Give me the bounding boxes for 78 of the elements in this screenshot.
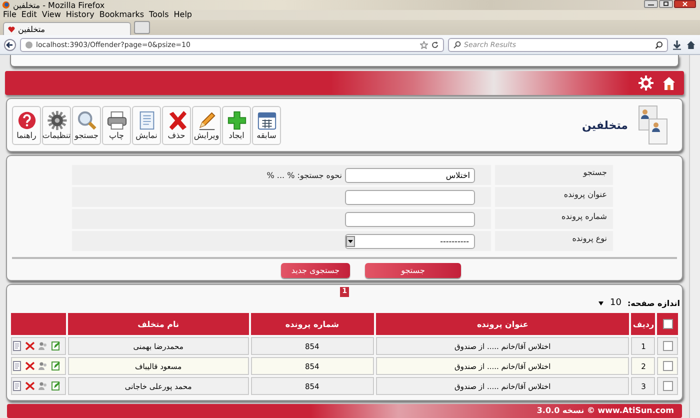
document-icon[interactable] bbox=[12, 361, 22, 371]
scrollbar[interactable] bbox=[689, 55, 700, 418]
checkbox[interactable] bbox=[662, 319, 673, 329]
column-header: شماره پرونده bbox=[250, 313, 374, 335]
search-engine-icon bbox=[453, 40, 461, 48]
plus-icon bbox=[226, 110, 248, 130]
page-size-dropdown[interactable]: 10 bbox=[598, 298, 622, 308]
menu-item[interactable]: View bbox=[42, 10, 61, 20]
search-icon[interactable] bbox=[655, 40, 663, 48]
search-button[interactable]: جستجو bbox=[365, 263, 461, 278]
heart-icon bbox=[8, 26, 15, 32]
reload-icon[interactable] bbox=[431, 40, 439, 48]
search-hint: نحوه جستجو: % ... % bbox=[266, 170, 342, 180]
window-title: متخلفین - Mozilla Firefox bbox=[13, 0, 105, 10]
edit-icon[interactable] bbox=[51, 341, 61, 351]
toolbar-button[interactable]: نمایش bbox=[132, 106, 161, 144]
input-field[interactable] bbox=[345, 212, 475, 226]
minimize-icon[interactable] bbox=[644, 0, 658, 8]
new-search-button[interactable]: جستجوی جدید bbox=[281, 263, 350, 278]
menu-item[interactable]: File bbox=[3, 10, 16, 20]
field-label: نوع پرونده bbox=[495, 231, 613, 251]
checkbox[interactable] bbox=[662, 361, 673, 371]
edit-icon[interactable] bbox=[51, 381, 61, 391]
page-size-label: اندازه صفحه: bbox=[627, 298, 680, 308]
users-icon[interactable] bbox=[38, 341, 48, 351]
user-documents-icon bbox=[638, 105, 668, 145]
caret-icon bbox=[598, 300, 604, 306]
home-icon[interactable] bbox=[662, 76, 676, 90]
toolbar-button[interactable]: تنظیمات bbox=[42, 106, 71, 144]
close-icon[interactable] bbox=[674, 0, 696, 8]
download-icon[interactable] bbox=[672, 40, 682, 50]
toolbar-button[interactable]: جستجو bbox=[72, 106, 101, 144]
column-header: نام متخلف bbox=[68, 313, 249, 335]
input-field[interactable]: اختلاس bbox=[345, 168, 475, 182]
checkbox[interactable] bbox=[662, 381, 673, 391]
delete-icon[interactable] bbox=[25, 361, 35, 371]
menu-item[interactable]: Tools bbox=[149, 10, 169, 20]
field-label: عنوان پرونده bbox=[495, 187, 613, 207]
edit-icon[interactable] bbox=[51, 361, 61, 371]
field-label: شماره پرونده bbox=[495, 209, 613, 229]
checkbox[interactable] bbox=[662, 341, 673, 351]
search-icon bbox=[76, 110, 98, 130]
caret-icon bbox=[346, 236, 355, 246]
settings-icon[interactable] bbox=[638, 75, 654, 91]
menu-item[interactable]: Bookmarks bbox=[99, 10, 144, 20]
settings-icon bbox=[46, 110, 68, 130]
dropdown[interactable]: ---------- bbox=[345, 234, 475, 248]
calendar-icon bbox=[256, 110, 278, 130]
delete-icon[interactable] bbox=[25, 381, 35, 391]
document-icon[interactable] bbox=[12, 381, 22, 391]
help-icon bbox=[16, 110, 38, 130]
column-header: عنوان پرونده bbox=[376, 313, 630, 335]
users-icon[interactable] bbox=[38, 381, 48, 391]
home-icon[interactable] bbox=[686, 40, 696, 50]
browser-tab[interactable]: متخلفین bbox=[3, 22, 131, 35]
printer-icon bbox=[106, 110, 128, 130]
new-tab-button[interactable] bbox=[134, 21, 150, 34]
input-field[interactable] bbox=[345, 190, 475, 204]
field-label: جستجو bbox=[495, 165, 613, 185]
menu-item[interactable]: Edit bbox=[21, 10, 37, 20]
document-icon[interactable] bbox=[12, 341, 22, 351]
column-header: ردیف bbox=[631, 313, 656, 335]
toolbar-button[interactable]: سابقه bbox=[252, 106, 281, 144]
users-icon[interactable] bbox=[38, 361, 48, 371]
footer-text: www.AtiSun.com © نسخه 3.0.0 bbox=[536, 406, 674, 415]
toolbar-button[interactable]: راهنما bbox=[12, 106, 41, 144]
menu-item[interactable]: Help bbox=[174, 10, 192, 20]
delete-icon[interactable] bbox=[25, 341, 35, 351]
page-title: متخلفین bbox=[582, 118, 628, 132]
bookmark-star-icon[interactable] bbox=[420, 40, 428, 48]
back-icon[interactable] bbox=[4, 38, 16, 50]
toolbar-button[interactable]: چاپ bbox=[102, 106, 131, 144]
toolbar-button[interactable]: ویرایش bbox=[192, 106, 221, 144]
maximize-icon[interactable] bbox=[659, 0, 673, 8]
menu-item[interactable]: History bbox=[66, 10, 94, 20]
toolbar-button[interactable]: حذف bbox=[162, 106, 191, 144]
column-header bbox=[11, 313, 66, 335]
toolbar-button[interactable]: ایجاد bbox=[222, 106, 251, 144]
